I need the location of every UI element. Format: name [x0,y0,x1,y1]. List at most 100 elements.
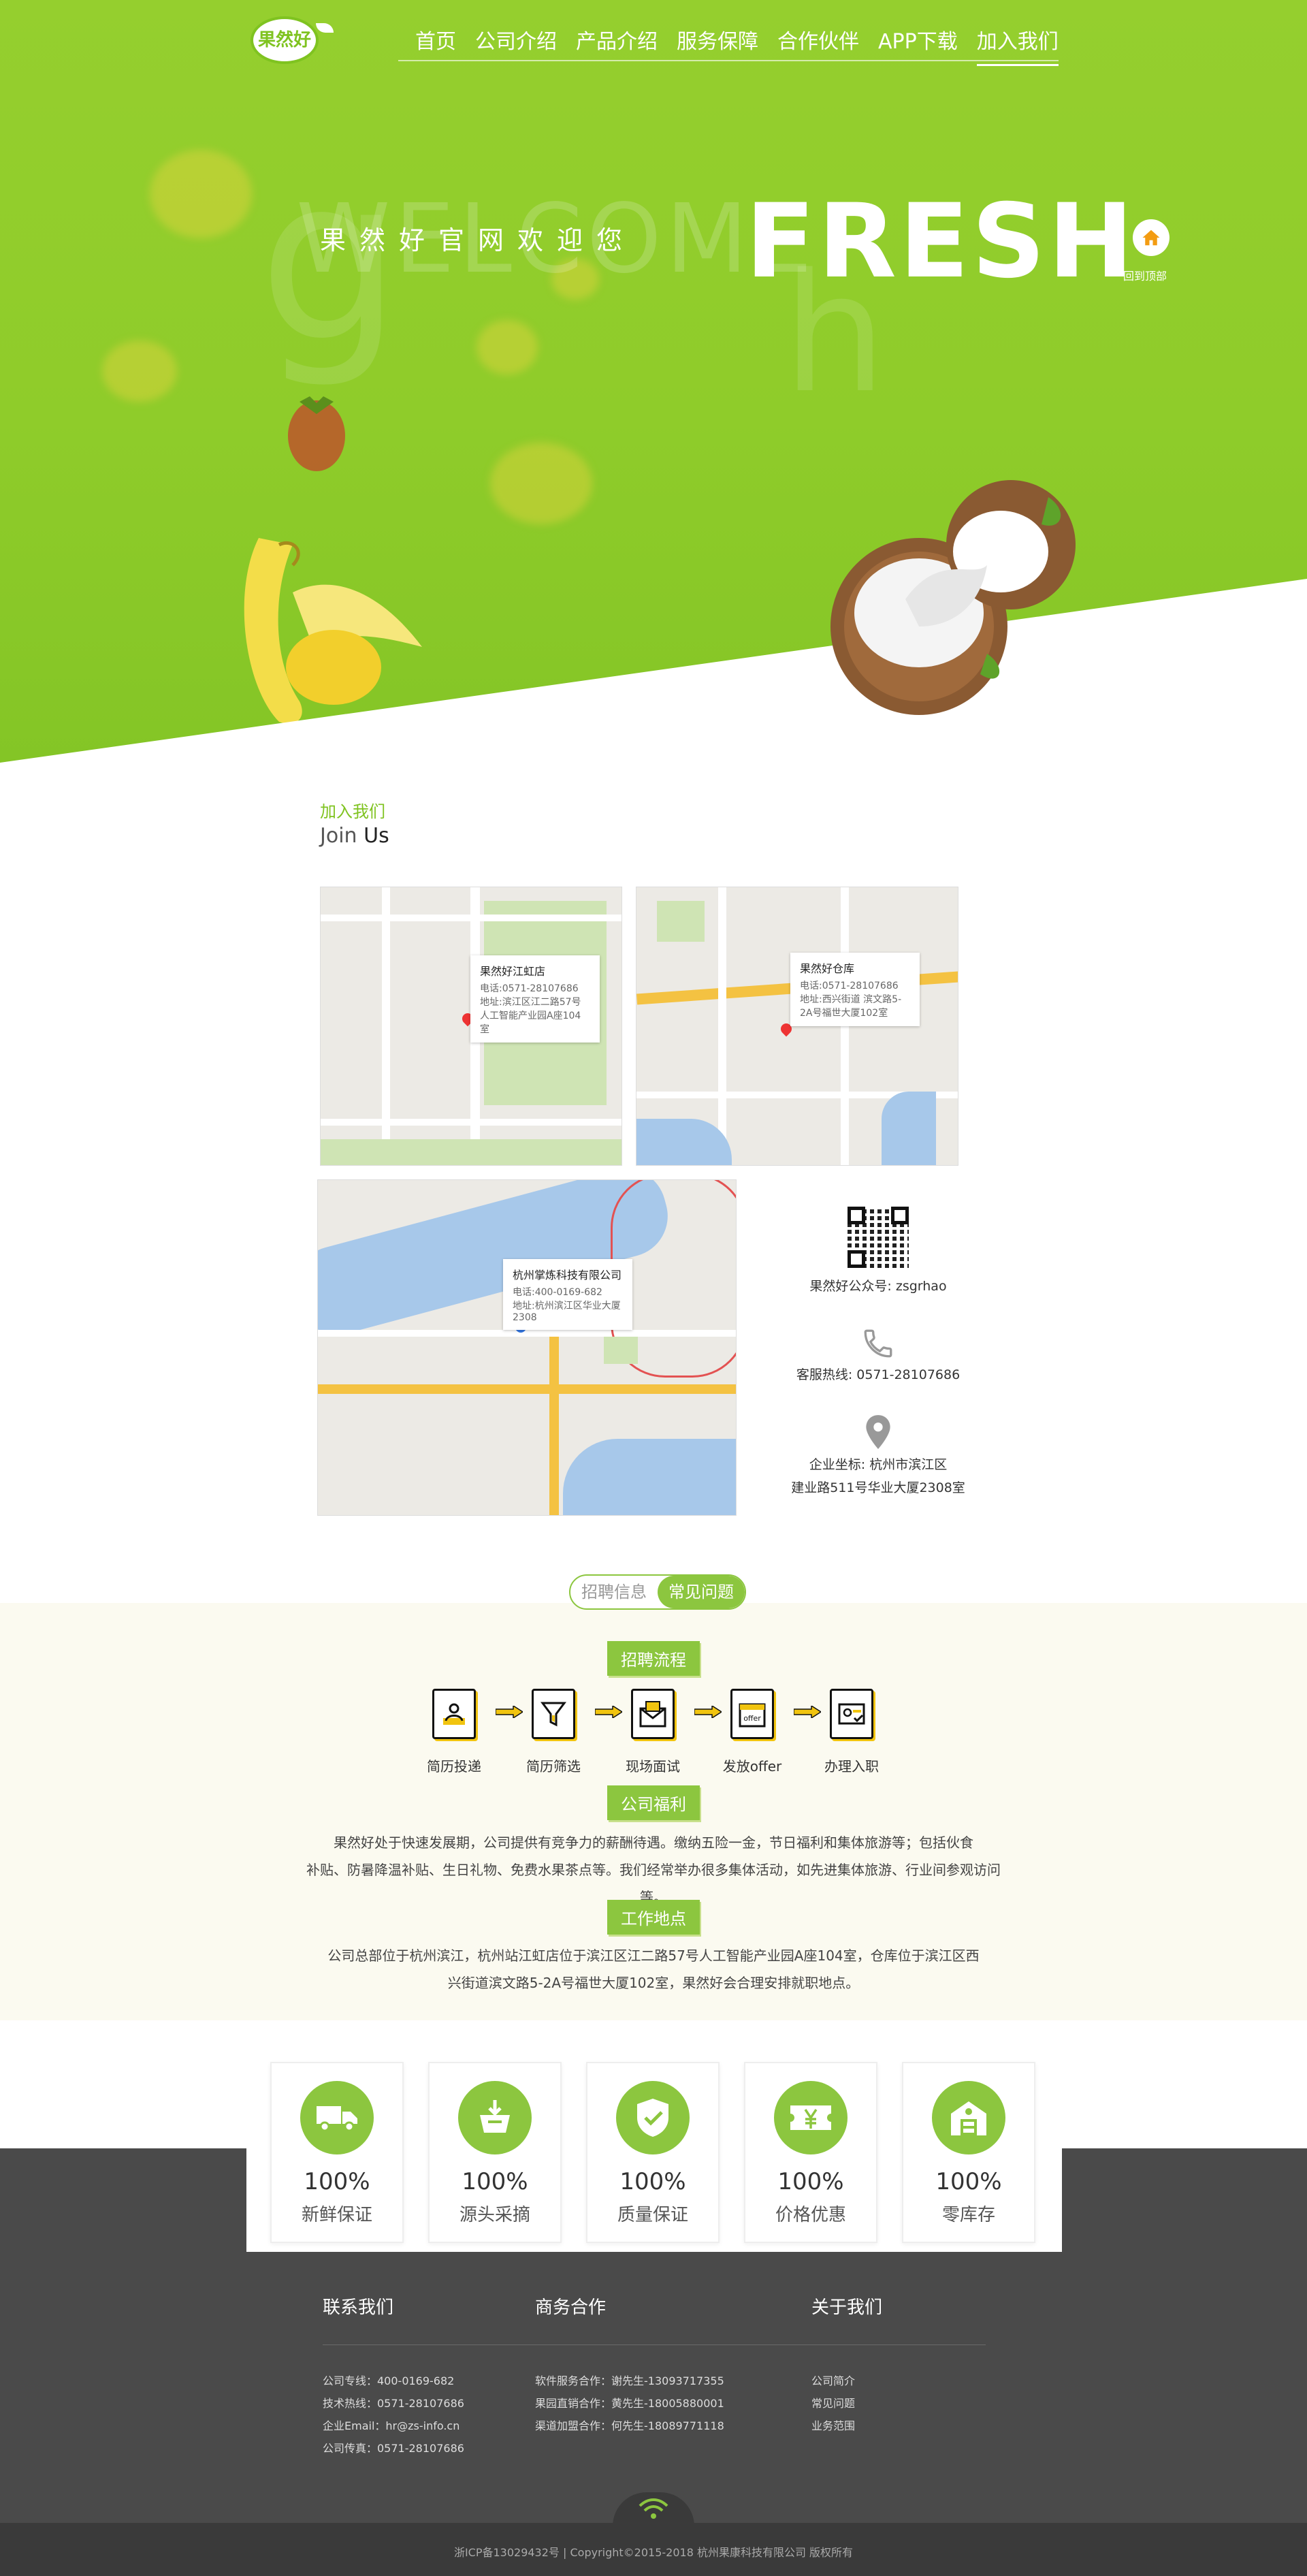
phone-icon [864,1329,892,1358]
footer-business-item: 渠道加盟合作：何先生-18089771118 [535,2419,724,2432]
map-headquarters[interactable]: 杭州掌炼科技有限公司 电话:400-0169-682 地址:杭州滨江区华业大厦2… [317,1179,737,1516]
footer-link-business[interactable]: 业务范围 [811,2415,855,2437]
title-en-part1: Join [320,824,357,848]
qr-finder [848,1207,865,1224]
title-en-part2: Us [364,824,389,848]
qr-finder [891,1207,909,1224]
step-interview: 现场面试 [615,1689,690,1775]
tab-faq[interactable]: 常见问题 [658,1576,745,1608]
map-info-card: 果然好仓库 电话:0571-28107686 地址:西兴街道 滨文路5-2A号福… [790,953,920,1026]
basket-icon [458,2081,532,2154]
step-label: 简历投递 [427,1758,481,1775]
map-store-name: 杭州掌炼科技有限公司 [513,1269,622,1282]
feature-percent: 100% [935,2168,1002,2195]
location-line: 公司总部位于杭州滨江，杭州站江虹店位于滨江区江二路57号人工智能产业园A座104… [327,1947,980,1964]
footer-contact-item: 技术热线：0571-28107686 [323,2397,464,2410]
logo-badge: 果然好 [251,16,319,64]
step-label: 现场面试 [626,1758,680,1775]
hero-banner: g h WELCOME 果然好 首页 公司介绍 产品介绍 服务保障 合作伙伴 A… [0,0,1307,763]
logo[interactable]: 果然好 [245,11,334,65]
footer-about-list: 公司简介 常见问题 业务范围 [811,2370,855,2437]
tab-recruit-info[interactable]: 招聘信息 [570,1576,658,1608]
map-water [636,1119,732,1165]
offer-icon: offer [730,1689,774,1739]
feature-percent: 100% [304,2168,370,2195]
feature-quality: 100% 质量保证 [586,2062,720,2243]
footer-business-item: 果园直销合作：黄先生-18005880001 [535,2397,724,2410]
map-water [563,1439,736,1515]
back-to-top-button[interactable] [1133,219,1169,256]
location-pin-icon [866,1415,890,1449]
qr-finder [848,1250,865,1268]
feature-price: 100% 价格优惠 [744,2062,877,2243]
truck-icon [300,2081,374,2154]
feature-label: 源头采摘 [459,2205,530,2225]
map-park [321,1139,622,1165]
footer-contact-item: 公司专线：400-0169-682 [323,2374,455,2387]
map-store-phone: 电话:0571-28107686 [480,983,579,994]
step-label: 简历筛选 [526,1758,581,1775]
footer-contact-list: 公司专线：400-0169-682 技术热线：0571-28107686 企业E… [323,2370,464,2460]
map-store-jianghong[interactable]: 果然好江虹店 电话:0571-28107686 地址:滨江区江二路57号人工智能… [320,887,622,1166]
feature-label: 零库存 [941,2205,995,2225]
map-major-road [318,1384,736,1394]
home-icon [1142,229,1160,246]
process-title: 招聘流程 [607,1641,700,1676]
feature-percent: 100% [777,2168,844,2195]
map-water [882,1092,936,1165]
step-resume-screen: 简历筛选 [516,1689,591,1775]
envelope-icon [631,1689,675,1739]
wifi-icon [639,2498,668,2519]
address-info: 企业坐标: 杭州市滨江区 建业路511号华业大厦2308室 [769,1414,987,1499]
feature-label: 新鲜保证 [301,2205,372,2225]
location-line: 兴街道滨文路5-2A号福世大厦102室，果然好会合理安排就职地点。 [447,1975,860,1991]
info-tabs: 招聘信息 常见问题 [569,1574,746,1610]
map-info-card: 果然好江虹店 电话:0571-28107686 地址:滨江区江二路57号人工智能… [470,955,600,1043]
section-title-cn: 加入我们 [320,802,385,821]
footer-title-about: 关于我们 [811,2297,883,2318]
address-line2: 建业路511号华业大厦2308室 [791,1480,965,1495]
map-warehouse[interactable]: 果然好仓库 电话:0571-28107686 地址:西兴街道 滨文路5-2A号福… [636,887,958,1166]
hero-tagline: 果然好官网欢迎您 [320,225,636,255]
hero-headline: FRESH [745,182,1137,301]
map-road [841,887,849,1165]
feature-fresh: 100% 新鲜保证 [270,2062,404,2243]
footer-title-contact: 联系我们 [323,2297,394,2318]
map-store-address: 地址:滨江区江二路57号人工智能产业园A座104室 [480,997,581,1035]
resume-icon [432,1689,476,1739]
feature-source: 100% 源头采摘 [428,2062,562,2243]
map-info-card: 杭州掌炼科技有限公司 电话:400-0169-682 地址:杭州滨江区华业大厦2… [503,1259,632,1330]
warehouse-icon [932,2081,1005,2154]
map-store-name: 果然好仓库 [800,962,855,975]
hotline-info: 客服热线: 0571-28107686 [769,1326,987,1386]
coconut-illustration [830,480,1076,715]
section-title-en: Join Us [320,824,389,848]
map-store-name: 果然好江虹店 [480,965,546,978]
nav-divider [398,60,1059,61]
location-text: 公司总部位于杭州滨江，杭州站江虹店位于滨江区江二路57号人工智能产业园A座104… [300,1942,1007,1997]
step-resume-submit: 简历投递 [417,1689,491,1775]
footer-divider [323,2344,986,2345]
footer-business-item: 软件服务合作：谢先生-13093717355 [535,2374,724,2387]
feature-label: 质量保证 [617,2205,688,2225]
shield-check-icon [616,2081,690,2154]
location-title: 工作地点 [607,1900,700,1935]
welfare-title: 公司福利 [607,1785,700,1820]
copyright-text: 浙ICP备13029432号 | Copyright©2015-2018 杭州果… [453,2546,854,2559]
footer-link-intro[interactable]: 公司简介 [811,2370,855,2392]
map-store-phone: 电话:400-0169-682 [513,1287,602,1298]
map-store-phone: 电话:0571-28107686 [800,981,899,991]
welfare-text: 果然好处于快速发展期，公司提供有竞争力的薪酬待遇。缴纳五险一金，节日福利和集体旅… [300,1829,1007,1911]
map-park [657,901,705,942]
step-onboard: 办理入职 [814,1689,889,1775]
filter-icon [532,1689,575,1739]
hotline-label: 客服热线: 0571-28107686 [796,1367,961,1382]
footer-link-faq[interactable]: 常见问题 [811,2392,855,2415]
map-park [604,1337,638,1364]
offer-icon-text: offer [743,1714,761,1723]
qr-code-icon[interactable] [848,1207,909,1268]
footer-contact-item: 公司传真：0571-28107686 [323,2442,464,2455]
hero-diagonal-cut [0,579,1307,763]
welfare-line: 果然好处于快速发展期，公司提供有竞争力的薪酬待遇。缴纳五险一金，节日福利和集体旅… [334,1834,973,1851]
footer-contact-item[interactable]: 企业Email：hr@zs-info.cn [323,2415,464,2437]
